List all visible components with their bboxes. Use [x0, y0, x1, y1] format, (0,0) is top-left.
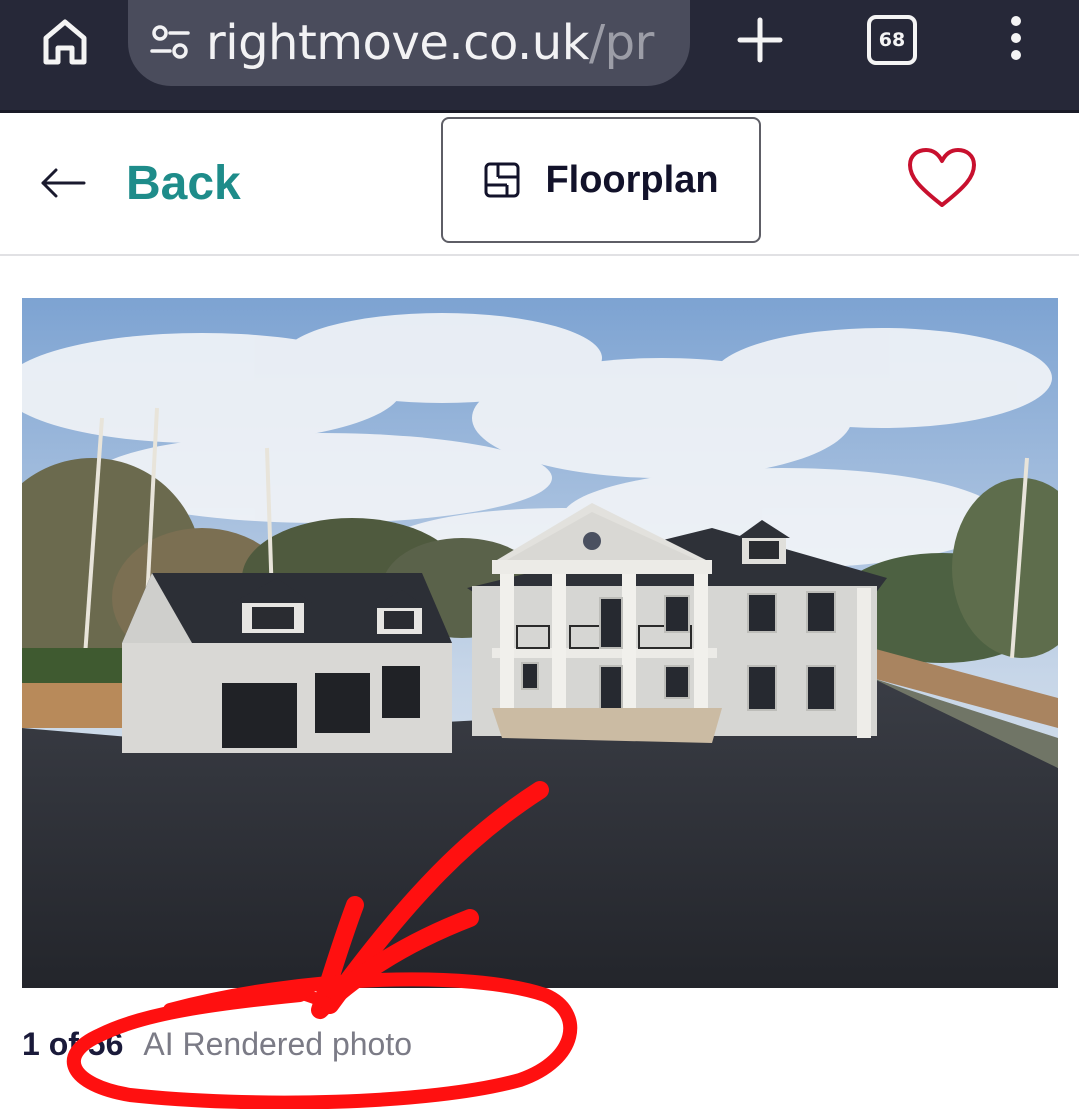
back-button[interactable]: Back: [40, 143, 241, 223]
back-label: Back: [126, 156, 241, 210]
annotation-arrow-tail: [244, 983, 336, 1011]
floorplan-button[interactable]: Floorplan: [441, 117, 761, 243]
site-settings-icon[interactable]: [148, 21, 192, 65]
browser-toolbar: rightmove.co.uk/pr 68: [0, 0, 1079, 113]
floorplan-icon: [484, 162, 520, 198]
more-menu-icon[interactable]: [1006, 14, 1026, 64]
heart-icon[interactable]: [907, 147, 977, 209]
listing-header: Back Floorplan: [0, 113, 1079, 256]
url-text[interactable]: rightmove.co.uk/pr: [206, 15, 654, 71]
photo-type-label: AI Rendered photo: [143, 1026, 413, 1062]
arrow-left-icon: [41, 168, 86, 198]
tab-switcher-icon[interactable]: 68: [867, 15, 917, 65]
photo-counter: 1 of 56: [22, 1026, 124, 1062]
photo-caption: 1 of 56 AI Rendered photo: [22, 1026, 412, 1063]
url-domain: rightmove.co.uk: [206, 15, 590, 71]
url-path: /pr: [589, 15, 654, 71]
new-tab-icon[interactable]: [735, 15, 785, 65]
floorplan-label: Floorplan: [545, 158, 719, 201]
property-photo[interactable]: [22, 298, 1058, 988]
home-icon[interactable]: [38, 14, 92, 68]
address-bar[interactable]: rightmove.co.uk/pr: [128, 0, 690, 86]
